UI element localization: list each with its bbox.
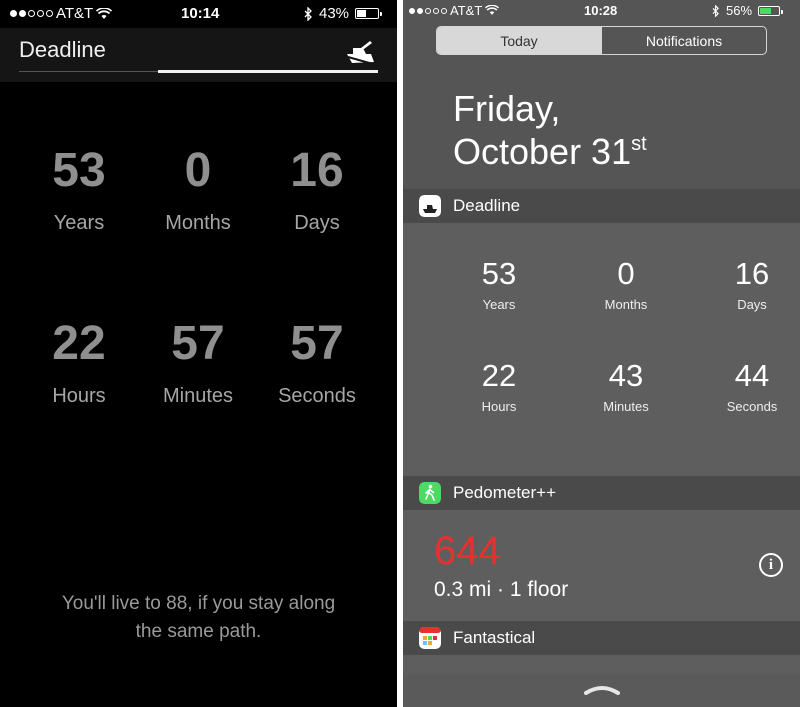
countdown-value: 53	[52, 144, 106, 197]
fantastical-widget-header[interactable]: Fantastical	[403, 621, 800, 655]
date-text: October 31	[453, 131, 632, 172]
countdown-value: 44	[734, 358, 770, 393]
info-icon[interactable]: i	[759, 553, 783, 577]
date-suffix: st	[631, 133, 647, 155]
widget-countdown-days: 16 Days	[697, 256, 800, 313]
countdown-label: Months	[165, 212, 231, 234]
countdown-label: Days	[294, 212, 340, 234]
grabber-handle-icon[interactable]	[583, 685, 621, 695]
countdown-label: Hours	[52, 385, 106, 407]
status-bar: AT&T 10:14 43%	[0, 0, 397, 28]
countdown-label: Days	[737, 297, 767, 312]
countdown-label: Years	[53, 212, 105, 234]
widget-countdown-seconds: 44 Seconds	[697, 358, 800, 415]
battery-icon	[758, 5, 784, 16]
boat-icon[interactable]	[343, 37, 377, 65]
step-count: 644	[434, 529, 501, 573]
bluetooth-icon	[712, 4, 719, 17]
countdown-value: 57	[290, 317, 344, 370]
widget-countdown-minutes: 43 Minutes	[571, 358, 681, 415]
countdown-label: Minutes	[162, 385, 234, 407]
countdown-value: 53	[481, 256, 517, 291]
widget-countdown-hours: 22 Hours	[444, 358, 554, 415]
countdown-value: 0	[184, 144, 212, 197]
countdown-value: 16	[734, 256, 770, 291]
tab-indicator-active	[158, 70, 378, 73]
battery-icon	[355, 8, 383, 19]
widget-title: Fantastical	[453, 628, 536, 647]
wifi-icon	[485, 5, 500, 15]
app-header: Deadline	[0, 28, 397, 82]
carrier-label: AT&T	[450, 3, 483, 18]
countdown-months: 0 Months	[138, 147, 258, 235]
widget-title: Pedometer++	[453, 483, 557, 502]
calendar-app-icon	[419, 627, 441, 649]
date-weekday: Friday,	[453, 88, 561, 129]
deadline-app-icon	[419, 195, 441, 217]
countdown-value: 16	[290, 144, 344, 197]
app-title: Deadline	[19, 37, 106, 62]
date-month-day: October 31st	[453, 131, 647, 173]
wifi-icon	[96, 7, 113, 19]
bluetooth-icon	[304, 6, 312, 21]
countdown-label: Months	[604, 297, 648, 312]
widget-title: Deadline	[453, 196, 521, 215]
signal-dots-icon	[409, 7, 447, 14]
countdown-value: 57	[171, 317, 225, 370]
life-expectancy-message: You'll live to 88, if you stay along the…	[0, 590, 397, 646]
countdown-hours: 22 Hours	[19, 320, 139, 408]
deadline-widget-body: 53 Years 0 Months 16 Days 22 Hours 43 Mi…	[403, 223, 800, 476]
countdown-value: 43	[608, 358, 644, 393]
message-line-2: the same path.	[135, 621, 262, 642]
walking-person-icon	[419, 482, 441, 504]
pedometer-widget-header[interactable]: Pedometer++	[403, 476, 800, 510]
countdown-minutes: 57 Minutes	[138, 320, 258, 408]
fantastical-widget-body	[403, 655, 800, 675]
deadline-app-screen: AT&T 10:14 43% Deadline 53 Years 0 Month…	[0, 0, 397, 707]
carrier-label: AT&T	[56, 5, 94, 22]
deadline-widget-header[interactable]: Deadline	[403, 189, 800, 223]
tab-today[interactable]: Today	[437, 27, 601, 54]
countdown-label: Years	[482, 297, 516, 312]
battery-percent: 43%	[319, 5, 350, 22]
countdown-value: 0	[617, 256, 635, 291]
countdown-label: Seconds	[278, 385, 356, 407]
notification-center-screen: AT&T 10:28 56% Today Notifications Frida…	[403, 0, 800, 707]
countdown-label: Hours	[481, 399, 517, 414]
countdown-label: Minutes	[603, 399, 649, 414]
distance-floors: 0.3 mi · 1 floor	[434, 578, 569, 601]
widget-countdown-years: 53 Years	[444, 256, 554, 313]
message-line-1: You'll live to 88, if you stay along	[61, 593, 336, 614]
countdown-value: 22	[52, 317, 106, 370]
countdown-years: 53 Years	[19, 147, 139, 235]
countdown-value: 22	[481, 358, 517, 393]
widget-countdown-months: 0 Months	[571, 256, 681, 313]
tab-notifications[interactable]: Notifications	[601, 27, 766, 54]
countdown-seconds: 57 Seconds	[257, 320, 377, 408]
status-time: 10:28	[584, 3, 618, 18]
countdown-label: Seconds	[726, 399, 778, 414]
battery-percent: 56%	[726, 3, 753, 18]
tab-indicator-inactive	[19, 71, 158, 72]
notification-center-tabs: Today Notifications	[436, 26, 767, 55]
status-bar: AT&T 10:28 56%	[403, 0, 800, 22]
signal-dots-icon	[10, 10, 53, 17]
countdown-days: 16 Days	[257, 147, 377, 235]
status-time: 10:14	[181, 5, 220, 22]
